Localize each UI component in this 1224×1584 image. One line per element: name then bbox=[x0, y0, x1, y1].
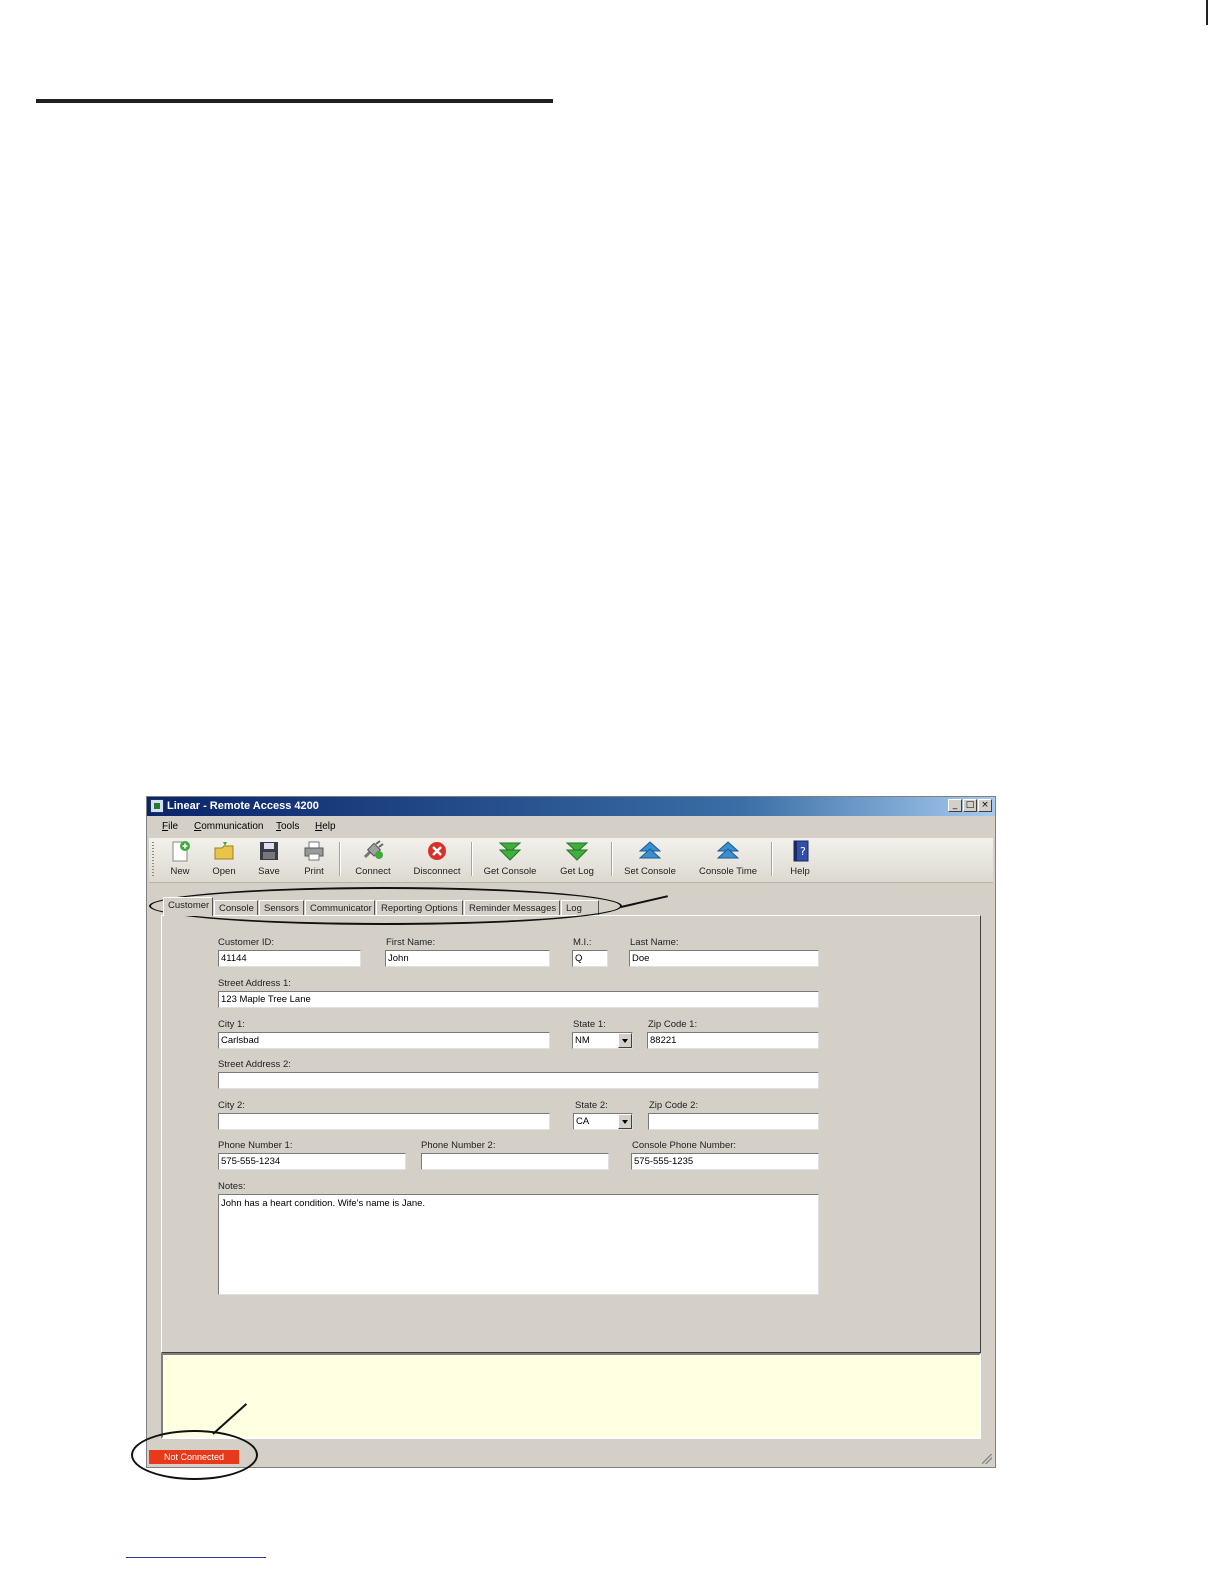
customer-id-label: Customer ID: bbox=[218, 937, 274, 948]
window-title: Linear - Remote Access 4200 bbox=[167, 800, 319, 812]
menu-help[interactable]: Help bbox=[315, 821, 336, 832]
chevron-down-icon[interactable] bbox=[618, 1033, 632, 1048]
first-name-field[interactable]: John bbox=[385, 950, 550, 967]
state-1-select[interactable]: NM bbox=[572, 1032, 633, 1049]
phone-number-2-label: Phone Number 2: bbox=[421, 1140, 496, 1151]
open-button[interactable]: Open bbox=[207, 840, 241, 880]
phone-number-1-field[interactable]: 575-555-1234 bbox=[218, 1153, 406, 1170]
menu-file[interactable]: File bbox=[162, 821, 178, 832]
tabs-callout-oval bbox=[149, 887, 622, 925]
phone-number-2-field[interactable] bbox=[421, 1153, 609, 1170]
save-button[interactable]: Save bbox=[252, 840, 286, 880]
console-time-button[interactable]: Console Time bbox=[695, 840, 761, 880]
last-name-label: Last Name: bbox=[630, 937, 679, 948]
toolbar: New Open Save Print Connect Disconnect G… bbox=[149, 838, 993, 883]
disconnect-button[interactable]: Disconnect bbox=[411, 840, 463, 880]
help-book-icon: ? bbox=[789, 840, 811, 862]
open-folder-icon bbox=[213, 840, 235, 862]
state-2-value: CA bbox=[576, 1116, 590, 1127]
help-button[interactable]: ? Help bbox=[783, 840, 817, 880]
green-down-arrow-icon bbox=[498, 840, 522, 862]
resize-grip-icon[interactable] bbox=[982, 1454, 992, 1464]
customer-panel: Customer ID: 41144 First Name: John M.I.… bbox=[161, 915, 981, 1353]
get-log-button[interactable]: Get Log bbox=[553, 840, 601, 880]
blue-up-arrow-icon bbox=[716, 840, 740, 862]
connect-button[interactable]: Connect bbox=[349, 840, 397, 880]
status-callout-oval bbox=[131, 1430, 258, 1480]
footer-link-underline bbox=[126, 1557, 266, 1558]
city-2-label: City 2: bbox=[218, 1100, 245, 1111]
menu-tools[interactable]: Tools bbox=[276, 821, 299, 832]
floppy-disk-icon bbox=[258, 840, 280, 862]
zip-code-1-field[interactable]: 88221 bbox=[647, 1032, 819, 1049]
first-name-label: First Name: bbox=[386, 937, 436, 948]
tab-customer[interactable]: Customer bbox=[163, 897, 213, 916]
phone-number-1-label: Phone Number 1: bbox=[218, 1140, 293, 1151]
app-icon bbox=[150, 799, 164, 813]
title-bar[interactable]: Linear - Remote Access 4200 _ □ × bbox=[147, 797, 995, 816]
mi-field[interactable]: Q bbox=[572, 950, 608, 967]
state-1-value: NM bbox=[575, 1035, 590, 1046]
customer-id-field[interactable]: 41144 bbox=[218, 950, 361, 967]
toolbar-separator bbox=[611, 842, 613, 876]
svg-text:?: ? bbox=[800, 845, 806, 858]
blue-up-arrow-icon bbox=[638, 840, 662, 862]
window-controls: _ □ × bbox=[948, 799, 992, 812]
toolbar-separator bbox=[339, 842, 341, 876]
menu-bar: File Communication Tools Help bbox=[147, 817, 995, 837]
minimize-icon[interactable]: _ bbox=[948, 799, 962, 812]
city-1-label: City 1: bbox=[218, 1019, 245, 1030]
zip-code-1-label: Zip Code 1: bbox=[648, 1019, 698, 1030]
green-down-arrow-icon bbox=[565, 840, 589, 862]
close-icon[interactable]: × bbox=[978, 799, 992, 812]
state-2-select[interactable]: CA bbox=[573, 1113, 633, 1130]
message-log-pane bbox=[161, 1353, 981, 1439]
printer-icon bbox=[303, 840, 325, 862]
page-edge-line bbox=[1206, 0, 1208, 25]
toolbar-grip[interactable] bbox=[152, 842, 154, 876]
print-button[interactable]: Print bbox=[297, 840, 331, 880]
maximize-icon[interactable]: □ bbox=[963, 799, 977, 812]
status-bar: Not Connected bbox=[147, 1445, 995, 1467]
street-address-1-label: Street Address 1: bbox=[218, 978, 291, 989]
city-2-field[interactable] bbox=[218, 1113, 550, 1130]
chevron-down-icon[interactable] bbox=[618, 1114, 632, 1129]
menu-communication[interactable]: Communication bbox=[194, 821, 264, 832]
plug-icon bbox=[362, 840, 384, 862]
set-console-button[interactable]: Set Console bbox=[621, 840, 679, 880]
street-address-1-field[interactable]: 123 Maple Tree Lane bbox=[218, 991, 819, 1008]
notes-textarea[interactable]: John has a heart condition. Wife's name … bbox=[218, 1194, 819, 1295]
mi-label: M.I.: bbox=[573, 937, 592, 948]
console-phone-number-field[interactable]: 575-555-1235 bbox=[631, 1153, 819, 1170]
red-x-icon bbox=[426, 840, 448, 862]
state-2-label: State 2: bbox=[575, 1100, 608, 1111]
street-address-2-field[interactable] bbox=[218, 1072, 819, 1089]
street-address-2-label: Street Address 2: bbox=[218, 1059, 291, 1070]
get-console-button[interactable]: Get Console bbox=[481, 840, 539, 880]
zip-code-2-field[interactable] bbox=[648, 1113, 819, 1130]
header-rule bbox=[36, 99, 553, 103]
city-1-field[interactable]: Carlsbad bbox=[218, 1032, 550, 1049]
toolbar-separator bbox=[771, 842, 773, 876]
last-name-field[interactable]: Doe bbox=[629, 950, 819, 967]
toolbar-separator bbox=[471, 842, 473, 876]
new-icon bbox=[169, 840, 191, 862]
notes-label: Notes: bbox=[218, 1181, 246, 1192]
state-1-label: State 1: bbox=[573, 1019, 606, 1030]
zip-code-2-label: Zip Code 2: bbox=[649, 1100, 699, 1111]
console-phone-number-label: Console Phone Number: bbox=[632, 1140, 737, 1151]
new-button[interactable]: New bbox=[163, 840, 197, 880]
